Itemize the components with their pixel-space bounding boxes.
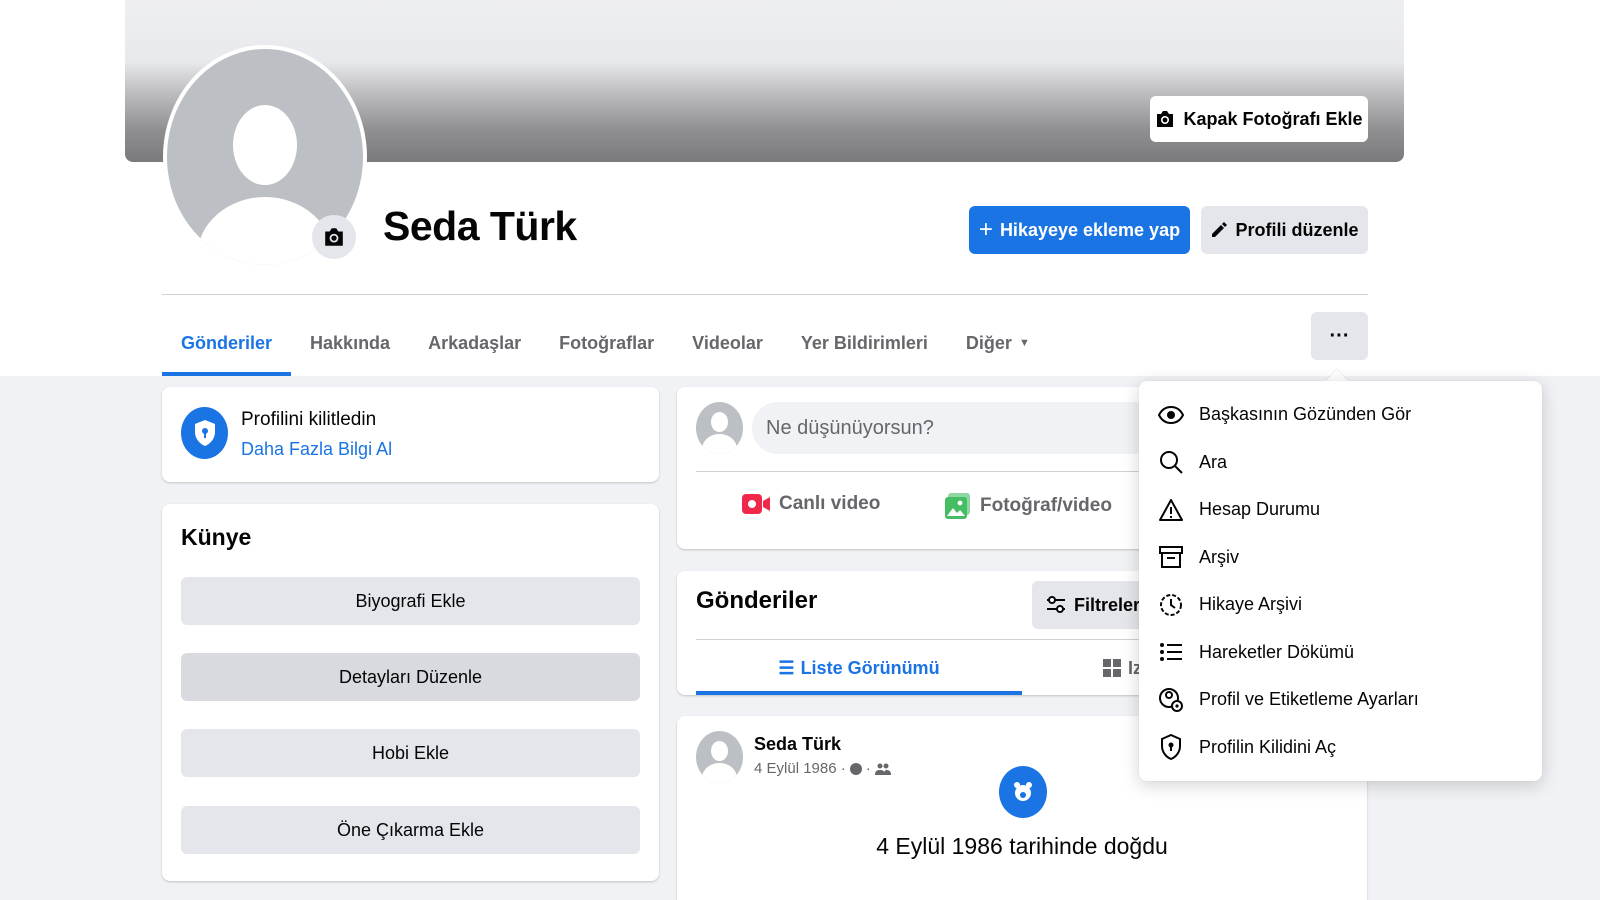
- add-featured-button[interactable]: Öne Çıkarma Ekle: [181, 806, 640, 854]
- profile-locked-title: Profilini kilitledin: [241, 409, 377, 430]
- tab-label: Fotoğraflar: [559, 332, 655, 353]
- header-divider: [162, 294, 1368, 295]
- list-icon: ☰: [778, 657, 795, 678]
- shield-icon: [181, 407, 228, 459]
- add-bio-button[interactable]: Biyografi Ekle: [181, 577, 640, 625]
- list-view-label: Liste Görünümü: [800, 657, 940, 678]
- add-to-story-button[interactable]: + Hikayeye ekleme yap: [969, 206, 1190, 254]
- menu-item-view-as[interactable]: Başkasının Gözünden Gör: [1147, 391, 1534, 439]
- add-cover-photo-button[interactable]: Kapak Fotoğrafı Ekle: [1150, 96, 1368, 142]
- profile-name: Seda Türk: [383, 203, 577, 249]
- add-hobbies-button[interactable]: Hobi Ekle: [181, 729, 640, 777]
- tab-label: Videolar: [692, 332, 763, 353]
- tab-more[interactable]: Diğer ▼: [947, 310, 1049, 376]
- menu-item-label: Profil ve Etiketleme Ayarları: [1199, 689, 1419, 710]
- profile-locked-card: Profilini kilitledin Daha Fazla Bilgi Al: [162, 387, 659, 482]
- avatar-body: [702, 763, 737, 783]
- post-author[interactable]: Seda Türk: [754, 734, 841, 755]
- avatar-head: [711, 412, 728, 432]
- live-video-label: Canlı video: [779, 493, 881, 514]
- list-view-tab[interactable]: ☰ Liste Görünümü: [696, 641, 1022, 695]
- add-to-story-label: Hikayeye ekleme yap: [999, 219, 1181, 240]
- grid-icon: [1103, 659, 1121, 677]
- menu-item-search[interactable]: Ara: [1147, 439, 1534, 487]
- menu-item-unlock-profile[interactable]: Profilin Kilidini Aç: [1147, 724, 1534, 772]
- story-archive-icon: [1157, 591, 1185, 619]
- profile-settings-icon: [1157, 686, 1185, 714]
- camera-icon: [325, 228, 343, 246]
- more-options-menu: Başkasının Gözünden Gör Ara Hesap Durumu…: [1139, 381, 1542, 781]
- archive-icon: [1157, 543, 1185, 571]
- composer-placeholder: Ne düşünüyorsun?: [766, 416, 934, 439]
- menu-item-label: Profilin Kilidini Aç: [1199, 736, 1337, 757]
- avatar-body: [702, 434, 737, 454]
- photo-icon: [945, 493, 970, 519]
- birthday-text: 4 Eylül 1986 tarihinde doğdu: [876, 833, 1168, 859]
- clock-icon: [849, 762, 862, 775]
- avatar[interactable]: [696, 731, 743, 783]
- menu-item-label: Hareketler Dökümü: [1199, 641, 1355, 662]
- tab-check-ins[interactable]: Yer Bildirimleri: [782, 310, 947, 376]
- tab-photos[interactable]: Fotoğraflar: [540, 310, 673, 376]
- add-cover-photo-label: Kapak Fotoğrafı Ekle: [1183, 108, 1363, 129]
- tab-friends[interactable]: Arkadaşlar: [409, 310, 540, 376]
- menu-item-label: Ara: [1199, 451, 1228, 472]
- menu-item-label: Arşiv: [1199, 546, 1239, 567]
- intro-card: Künye Biyografi Ekle Detayları Düzenle H…: [162, 504, 659, 881]
- edit-profile-label: Profili düzenle: [1235, 219, 1359, 240]
- tab-label: Gönderiler: [181, 332, 273, 353]
- menu-item-label: Hesap Durumu: [1199, 499, 1321, 520]
- post-meta: 4 Eylül 1986 · ·: [754, 760, 891, 777]
- posts-title: Gönderiler: [696, 587, 818, 614]
- tab-posts[interactable]: Gönderiler: [162, 310, 292, 376]
- filters-label: Filtreler: [1074, 594, 1141, 615]
- list-icon: [1157, 638, 1185, 666]
- intro-title: Künye: [181, 524, 252, 550]
- photo-video-label: Fotoğraf/video: [980, 495, 1112, 516]
- search-icon: [1157, 448, 1185, 476]
- edit-profile-button[interactable]: Profili düzenle: [1201, 206, 1368, 254]
- camera-icon: [1157, 111, 1174, 127]
- tab-label: Yer Bildirimleri: [800, 332, 928, 353]
- avatar: [696, 402, 743, 454]
- tab-label: Diğer: [965, 332, 1012, 353]
- plus-icon: +: [978, 216, 993, 243]
- eye-icon: [1157, 401, 1185, 429]
- tab-about[interactable]: Hakkında: [291, 310, 409, 376]
- warning-icon: [1157, 496, 1185, 524]
- caret-down-icon: ▼: [1018, 337, 1030, 349]
- video-camera-icon: [742, 494, 770, 514]
- menu-item-profile-tagging-settings[interactable]: Profil ve Etiketleme Ayarları: [1147, 676, 1534, 724]
- avatar-head: [711, 741, 728, 761]
- friends-icon: [874, 763, 891, 775]
- more-options-button[interactable]: ···: [1311, 312, 1368, 360]
- sliders-icon: [1047, 596, 1065, 613]
- menu-item-story-archive[interactable]: Hikaye Arşivi: [1147, 581, 1534, 629]
- pencil-icon: [1212, 222, 1228, 237]
- live-video-button[interactable]: Canlı video: [741, 492, 880, 516]
- tab-label: Hakkında: [310, 332, 391, 353]
- photo-video-button[interactable]: Fotoğraf/video: [944, 492, 1112, 520]
- profile-tabs: Gönderiler Hakkında Arkadaşlar Fotoğrafl…: [162, 310, 1049, 376]
- menu-item-label: Hikaye Arşivi: [1199, 594, 1303, 615]
- menu-item-archive[interactable]: Arşiv: [1147, 534, 1534, 582]
- menu-item-label: Başkasının Gözünden Gör: [1199, 404, 1412, 425]
- grid-view-tab[interactable]: Iz: [1102, 641, 1142, 695]
- avatar-head: [233, 105, 297, 185]
- post-date[interactable]: 4 Eylül 1986 ·: [754, 760, 846, 777]
- shield-lock-icon: [1157, 733, 1185, 761]
- menu-item-account-status[interactable]: Hesap Durumu: [1147, 486, 1534, 534]
- tab-label: Arkadaşlar: [428, 332, 522, 353]
- learn-more-link[interactable]: Daha Fazla Bilgi Al: [241, 439, 392, 460]
- dot-separator: ·: [865, 760, 871, 777]
- edit-details-button[interactable]: Detayları Düzenle: [181, 653, 640, 701]
- birthday-icon: [999, 766, 1047, 818]
- menu-item-activity-log[interactable]: Hareketler Dökümü: [1147, 629, 1534, 677]
- tab-videos[interactable]: Videolar: [673, 310, 782, 376]
- update-avatar-button[interactable]: [312, 215, 356, 259]
- more-options-label: ···: [1329, 324, 1350, 347]
